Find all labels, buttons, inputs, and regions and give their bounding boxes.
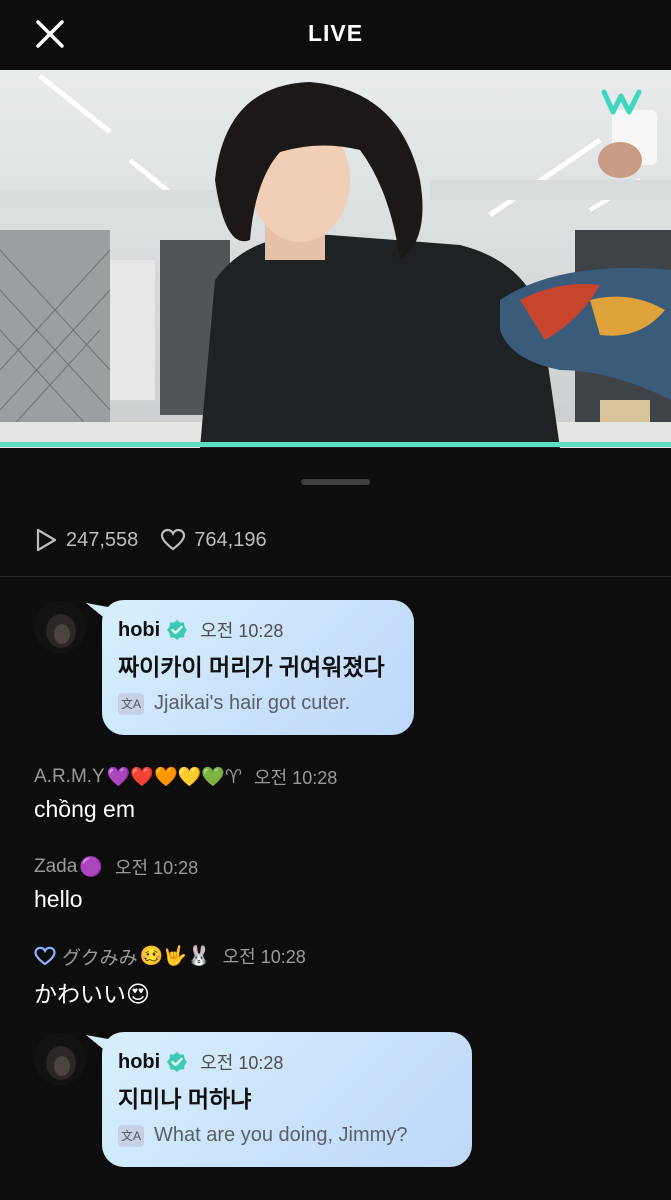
view-count: 247,558 <box>34 527 138 553</box>
verified-icon <box>167 620 188 640</box>
message-bubble[interactable]: hobi 오전 10:28 짜이카이 머리가 귀여워졌다 文A Jjaikai'… <box>102 600 414 735</box>
view-count-value: 247,558 <box>66 528 139 551</box>
divider <box>0 576 671 577</box>
translation-row: 文A Jjaikai's hair got cuter. <box>118 692 396 715</box>
message-text: chồng em <box>34 796 136 822</box>
translation-text: What are you doing, Jimmy? <box>154 1124 408 1146</box>
author-badges: 💜❤️🧡💛💚♈ <box>106 767 243 788</box>
like-count-value: 764,196 <box>194 528 267 551</box>
live-video[interactable] <box>0 70 671 448</box>
author-name[interactable]: hobi <box>118 619 160 642</box>
author-name[interactable]: A.R.M.Y <box>34 766 105 788</box>
verified-icon <box>167 1052 188 1072</box>
video-frame <box>0 70 671 448</box>
avatar[interactable] <box>34 1033 86 1085</box>
chat-message: グクみみ 🥴🤟🐰 오전 10:28 かわいい😍 <box>34 941 306 1009</box>
message-text: 짜이카이 머리가 귀여워졌다 <box>118 654 385 680</box>
weverse-logo <box>601 88 647 116</box>
message-text: 지미나 머하냐 <box>118 1086 252 1112</box>
chat-message: Zada 🟣 오전 10:28 hello <box>34 852 198 913</box>
author-badges: 🟣 <box>79 857 103 878</box>
author-name[interactable]: Zada <box>34 856 77 878</box>
video-progress-bar <box>0 442 671 447</box>
stats-row: 247,558 764,196 <box>34 524 289 556</box>
author-name[interactable]: hobi <box>118 1051 160 1074</box>
drag-handle[interactable] <box>301 479 370 485</box>
author-name[interactable]: グクみみ <box>62 943 138 970</box>
avatar[interactable] <box>34 601 86 653</box>
translation-text: Jjaikai's hair got cuter. <box>154 692 351 714</box>
message-bubble[interactable]: hobi 오전 10:28 지미나 머하냐 文A What are you do… <box>102 1032 472 1167</box>
message-time: 오전 10:28 <box>254 768 338 788</box>
heart-icon <box>161 528 186 551</box>
translation-row: 文A What are you doing, Jimmy? <box>118 1124 454 1147</box>
avatar-image <box>34 601 86 653</box>
message-text: かわいい😍 <box>34 981 150 1007</box>
message-time: 오전 10:28 <box>222 947 306 967</box>
message-time: 오전 10:28 <box>200 1053 284 1073</box>
translate-icon: 文A <box>118 1124 144 1147</box>
avatar-image <box>34 1033 86 1085</box>
weverse-logo-icon <box>601 89 642 115</box>
membership-heart-icon <box>34 946 56 966</box>
message-text: hello <box>34 886 83 912</box>
top-bar: LIVE <box>0 0 671 70</box>
message-time: 오전 10:28 <box>114 858 199 878</box>
message-time: 오전 10:28 <box>200 621 284 641</box>
play-icon <box>36 528 57 552</box>
like-count[interactable]: 764,196 <box>160 528 267 552</box>
page-title: LIVE <box>307 20 364 46</box>
translate-icon: 文A <box>118 692 144 715</box>
author-badges: 🥴🤟🐰 <box>139 946 211 967</box>
chat-message: A.R.M.Y 💜❤️🧡💛💚♈ 오전 10:28 chồng em <box>34 762 337 823</box>
